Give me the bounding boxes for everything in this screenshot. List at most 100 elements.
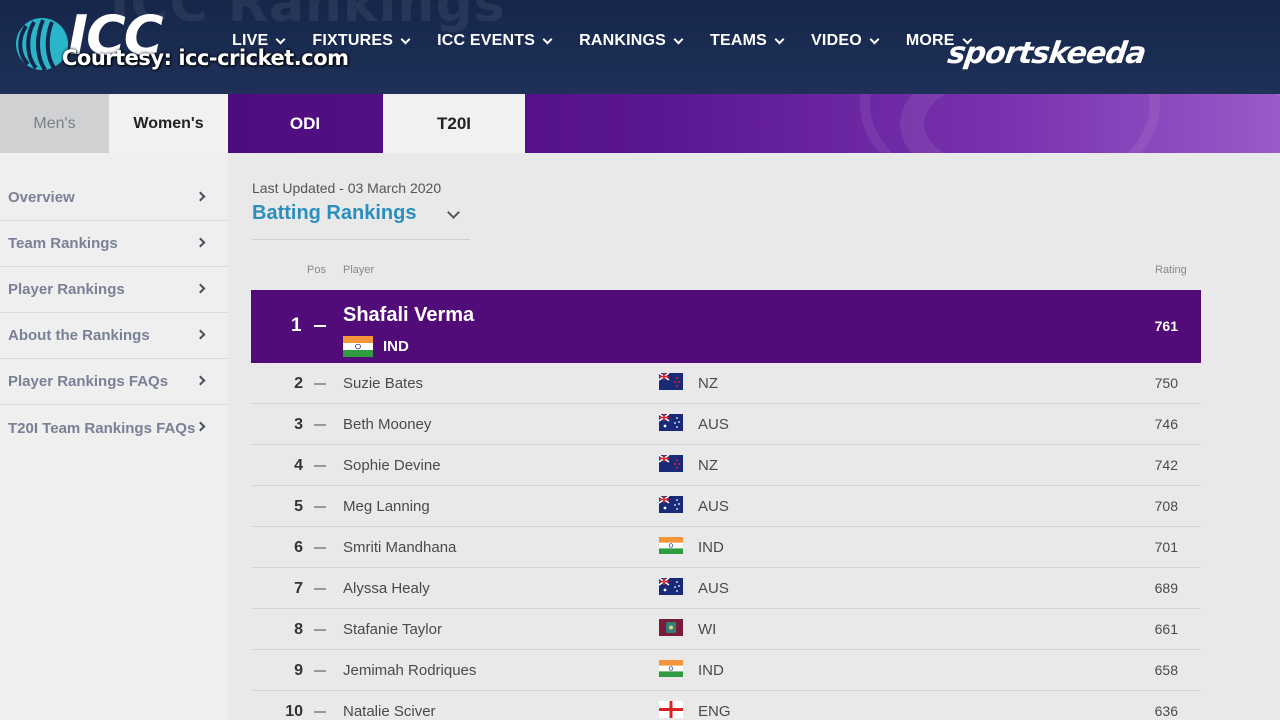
column-header-pos: Pos	[307, 264, 326, 276]
player-name: Natalie Sciver	[343, 703, 436, 720]
chevron-right-icon	[195, 375, 206, 386]
rating-value: 761	[1154, 318, 1178, 334]
nav-rankings[interactable]: RANKINGS	[579, 32, 684, 50]
rating-value: 689	[1154, 580, 1178, 596]
team-code: AUS	[698, 580, 729, 597]
rank-position: 10	[285, 703, 303, 720]
new-zealand-flag-icon	[659, 455, 683, 472]
no-change-icon	[314, 711, 326, 713]
team-code: IND	[698, 662, 724, 679]
table-row[interactable]: 9 Jemimah Rodriques IND 658	[251, 650, 1201, 691]
nav-fixtures[interactable]: FIXTURES	[312, 32, 411, 50]
header-watermark: ICC Rankings	[110, 0, 506, 34]
tab-womens[interactable]: Women's	[109, 94, 228, 153]
australia-flag-icon	[659, 414, 683, 431]
rankings-table: 2 Suzie Bates NZ 750 3 Beth Mooney AUS 7…	[251, 363, 1201, 720]
table-row[interactable]: 10 Natalie Sciver ENG 636	[251, 691, 1201, 720]
player-name: Suzie Bates	[343, 375, 424, 392]
no-change-icon	[314, 325, 326, 327]
tab-t20i[interactable]: T20I	[383, 94, 525, 153]
table-row[interactable]: 3 Beth Mooney AUS 746	[251, 404, 1201, 445]
player-name: Stafanie Taylor	[343, 621, 442, 638]
sportskeeda-watermark: sportskeeda	[945, 36, 1148, 71]
ranking-type-label: Batting Rankings	[252, 202, 417, 224]
rating-value: 636	[1154, 703, 1178, 719]
no-change-icon	[314, 629, 326, 631]
sidebar: Overview Team Rankings Player Rankings A…	[0, 153, 228, 720]
rating-value: 742	[1154, 457, 1178, 473]
team-code: IND	[383, 338, 409, 355]
main-nav: LIVE FIXTURES ICC EVENTS RANKINGS TEAMS …	[232, 32, 999, 50]
chevron-down-icon	[774, 34, 785, 44]
chevron-right-icon	[195, 191, 206, 202]
player-name: Shafali Verma	[343, 304, 475, 326]
chevron-down-icon	[275, 34, 286, 44]
player-name: Smriti Mandhana	[343, 539, 457, 556]
rank-position: 3	[294, 416, 303, 433]
sidebar-item-player-rankings[interactable]: Player Rankings	[0, 267, 228, 313]
team-code: NZ	[698, 457, 718, 474]
tab-odi[interactable]: ODI	[228, 94, 382, 153]
site-header: ICC Rankings ICC Courtesy: icc-cricket.c…	[0, 0, 1280, 94]
rating-value: 708	[1154, 498, 1178, 514]
chevron-right-icon	[195, 421, 206, 432]
sidebar-item-about-rankings[interactable]: About the Rankings	[0, 313, 228, 359]
team-code: AUS	[698, 416, 729, 433]
rank-position: 9	[294, 662, 303, 679]
team-code: IND	[698, 539, 724, 556]
australia-flag-icon	[659, 496, 683, 513]
table-row[interactable]: 4 Sophie Devine NZ 742	[251, 445, 1201, 486]
new-zealand-flag-icon	[659, 373, 683, 390]
west-indies-flag-icon	[659, 619, 683, 636]
player-name: Jemimah Rodriques	[343, 662, 477, 679]
ranking-type-dropdown[interactable]: Batting Rankings	[252, 202, 470, 240]
no-change-icon	[314, 670, 326, 672]
no-change-icon	[314, 588, 326, 590]
rating-value: 658	[1154, 662, 1178, 678]
rank-position: 6	[294, 539, 303, 556]
nav-icc-events[interactable]: ICC EVENTS	[437, 32, 553, 50]
player-name: Beth Mooney	[343, 416, 432, 433]
chevron-right-icon	[195, 329, 206, 340]
team-code: NZ	[698, 375, 718, 392]
rank-position: 1	[291, 315, 302, 336]
rank-position: 5	[294, 498, 303, 515]
chevron-down-icon	[447, 206, 460, 219]
team-code: AUS	[698, 498, 729, 515]
table-row[interactable]: 8 Stafanie Taylor WI 661	[251, 609, 1201, 650]
no-change-icon	[314, 424, 326, 426]
australia-flag-icon	[659, 578, 683, 595]
rating-value: 750	[1154, 375, 1178, 391]
team-code: ENG	[698, 703, 731, 720]
nav-video[interactable]: VIDEO	[811, 32, 880, 50]
column-header-player: Player	[343, 264, 375, 276]
rating-value: 701	[1154, 539, 1178, 555]
chevron-down-icon	[673, 34, 684, 44]
tab-mens[interactable]: Men's	[0, 94, 109, 153]
rank-position: 2	[294, 375, 303, 392]
leader-row[interactable]: 1 Shafali Verma IND 761	[251, 290, 1201, 363]
sidebar-item-t20i-team-faqs[interactable]: T20I Team Rankings FAQs	[0, 405, 228, 451]
player-name: Sophie Devine	[343, 457, 441, 474]
table-row[interactable]: 7 Alyssa Healy AUS 689	[251, 568, 1201, 609]
sidebar-item-team-rankings[interactable]: Team Rankings	[0, 221, 228, 267]
no-change-icon	[314, 383, 326, 385]
team-code: WI	[698, 621, 717, 638]
nav-teams[interactable]: TEAMS	[710, 32, 785, 50]
table-row[interactable]: 5 Meg Lanning AUS 708	[251, 486, 1201, 527]
no-change-icon	[314, 547, 326, 549]
rating-value: 661	[1154, 621, 1178, 637]
sidebar-item-player-rankings-faqs[interactable]: Player Rankings FAQs	[0, 359, 228, 405]
chevron-right-icon	[195, 283, 206, 294]
nav-live[interactable]: LIVE	[232, 32, 286, 50]
table-row[interactable]: 6 Smriti Mandhana IND 701	[251, 527, 1201, 568]
sidebar-item-overview[interactable]: Overview	[0, 175, 228, 221]
column-header-rating: Rating	[1155, 264, 1187, 276]
india-flag-icon	[659, 537, 683, 554]
chevron-down-icon	[542, 34, 553, 44]
player-name: Meg Lanning	[343, 498, 430, 515]
table-row[interactable]: 2 Suzie Bates NZ 750	[251, 363, 1201, 404]
no-change-icon	[314, 465, 326, 467]
player-name: Alyssa Healy	[343, 580, 430, 597]
india-flag-icon	[343, 336, 373, 357]
